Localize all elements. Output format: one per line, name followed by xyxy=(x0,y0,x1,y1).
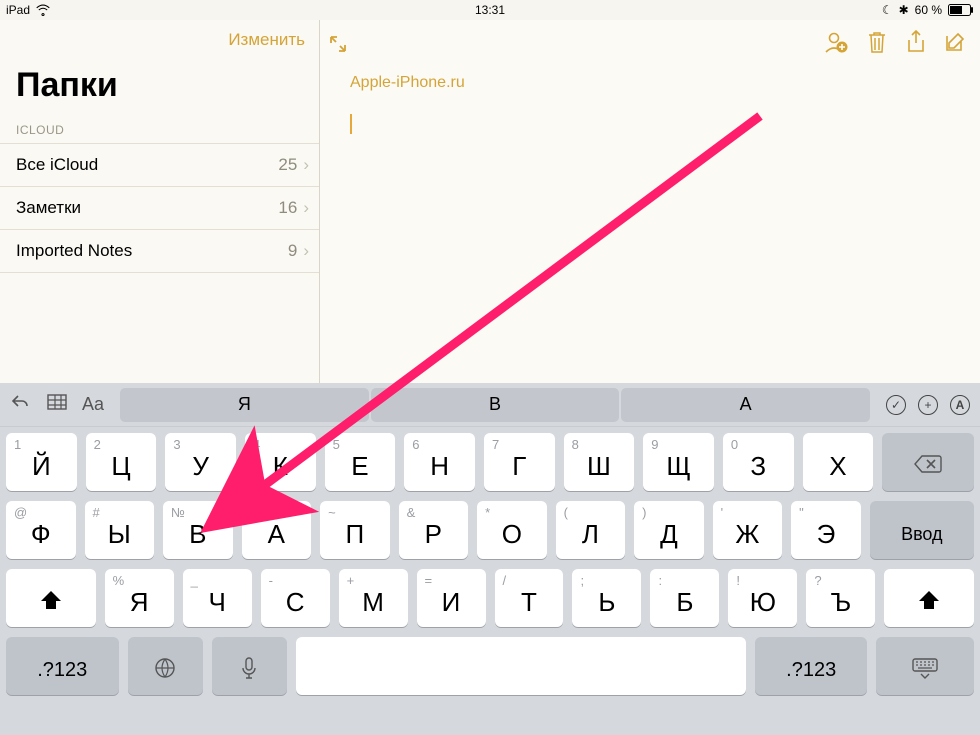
undo-icon[interactable] xyxy=(10,393,32,416)
key-Ъ[interactable]: ?Ъ xyxy=(806,569,875,627)
key-Щ[interactable]: 9Щ xyxy=(643,433,714,491)
chevron-right-icon: › xyxy=(303,198,309,218)
share-icon[interactable] xyxy=(906,30,926,59)
key-globe[interactable] xyxy=(128,637,203,695)
folder-label: Imported Notes xyxy=(16,241,132,261)
clock: 13:31 xyxy=(475,3,505,17)
key-Ь[interactable]: ;Ь xyxy=(572,569,641,627)
battery-icon xyxy=(948,4,974,16)
key-Ш[interactable]: 8Ш xyxy=(564,433,635,491)
chevron-right-icon: › xyxy=(303,155,309,175)
key-Э[interactable]: "Э xyxy=(791,501,861,559)
key-.?123[interactable]: .?123 xyxy=(6,637,119,695)
key-shift-right[interactable] xyxy=(884,569,974,627)
folder-count: 9 xyxy=(288,241,297,261)
key-М[interactable]: +М xyxy=(339,569,408,627)
key-Ы[interactable]: #Ы xyxy=(85,501,155,559)
marker-icon[interactable]: A xyxy=(950,395,970,415)
suggestion[interactable]: Я xyxy=(120,388,369,422)
format-icon[interactable]: Aa xyxy=(82,394,104,415)
key-space[interactable] xyxy=(296,637,746,695)
key-В[interactable]: №В xyxy=(163,501,233,559)
key-hide-keyboard[interactable] xyxy=(876,637,974,695)
key-Й[interactable]: 1Й xyxy=(6,433,77,491)
bluetooth-icon: ✱ xyxy=(899,3,909,17)
key-dictation[interactable] xyxy=(212,637,287,695)
folder-item[interactable]: Заметки 16 › xyxy=(0,186,319,229)
chevron-right-icon: › xyxy=(303,241,309,261)
status-bar: iPad 13:31 ☾ ✱ 60 % xyxy=(0,0,980,20)
key-З[interactable]: 0З xyxy=(723,433,794,491)
suggestion[interactable]: В xyxy=(371,388,620,422)
check-suggestion-icon[interactable]: ✓ xyxy=(886,395,906,415)
folder-label: Заметки xyxy=(16,198,81,218)
key-backspace[interactable] xyxy=(882,433,974,491)
text-cursor xyxy=(350,114,352,134)
keyboard: Aa ЯВА ✓ + A 1Й2Ц3У4К5Е6Н7Г8Ш9Щ0ЗХ @Ф#Ы№… xyxy=(0,383,980,735)
key-shift-left[interactable] xyxy=(6,569,96,627)
key-Т[interactable]: /Т xyxy=(495,569,564,627)
note-content-area: Apple-iPhone.ru xyxy=(320,20,980,383)
folder-count: 16 xyxy=(278,198,297,218)
key-.?123[interactable]: .?123 xyxy=(755,637,868,695)
key-Д[interactable]: )Д xyxy=(634,501,704,559)
folder-label: Все iCloud xyxy=(16,155,98,175)
battery-text: 60 % xyxy=(915,3,942,17)
folder-item[interactable]: Imported Notes 9 › xyxy=(0,229,319,273)
compose-icon[interactable] xyxy=(944,31,966,58)
key-Ж[interactable]: 'Ж xyxy=(713,501,783,559)
expand-icon[interactable] xyxy=(328,34,348,54)
device-label: iPad xyxy=(6,3,30,17)
key-И[interactable]: =И xyxy=(417,569,486,627)
edit-button[interactable]: Изменить xyxy=(228,30,305,50)
key-К[interactable]: 4К xyxy=(245,433,316,491)
key-Е[interactable]: 5Е xyxy=(325,433,396,491)
key-У[interactable]: 3У xyxy=(165,433,236,491)
plus-suggestion-icon[interactable]: + xyxy=(918,395,938,415)
key-Ввод[interactable]: Ввод xyxy=(870,501,974,559)
key-Ч[interactable]: _Ч xyxy=(183,569,252,627)
table-insert-icon[interactable] xyxy=(46,393,68,416)
key-Р[interactable]: &Р xyxy=(399,501,469,559)
folder-item[interactable]: Все iCloud 25 › xyxy=(0,143,319,186)
key-Я[interactable]: %Я xyxy=(105,569,174,627)
suggestion[interactable]: А xyxy=(621,388,870,422)
key-Ф[interactable]: @Ф xyxy=(6,501,76,559)
key-Б[interactable]: :Б xyxy=(650,569,719,627)
key-П[interactable]: ~П xyxy=(320,501,390,559)
section-label-icloud: ICLOUD xyxy=(0,119,319,143)
folder-count: 25 xyxy=(278,155,297,175)
sidebar: Изменить Папки ICLOUD Все iCloud25›Замет… xyxy=(0,20,320,383)
wifi-icon xyxy=(36,4,50,16)
key-Н[interactable]: 6Н xyxy=(404,433,475,491)
key-Л[interactable]: (Л xyxy=(556,501,626,559)
key-Х[interactable]: Х xyxy=(803,433,874,491)
key-Г[interactable]: 7Г xyxy=(484,433,555,491)
key-О[interactable]: *О xyxy=(477,501,547,559)
add-person-icon[interactable] xyxy=(822,29,848,60)
note-link[interactable]: Apple-iPhone.ru xyxy=(350,74,950,92)
page-title: Папки xyxy=(0,64,319,119)
key-А[interactable]: ₽А xyxy=(242,501,312,559)
key-Ц[interactable]: 2Ц xyxy=(86,433,157,491)
key-Ю[interactable]: !Ю xyxy=(728,569,797,627)
key-С[interactable]: -С xyxy=(261,569,330,627)
dnd-icon: ☾ xyxy=(882,3,893,17)
trash-icon[interactable] xyxy=(866,30,888,59)
